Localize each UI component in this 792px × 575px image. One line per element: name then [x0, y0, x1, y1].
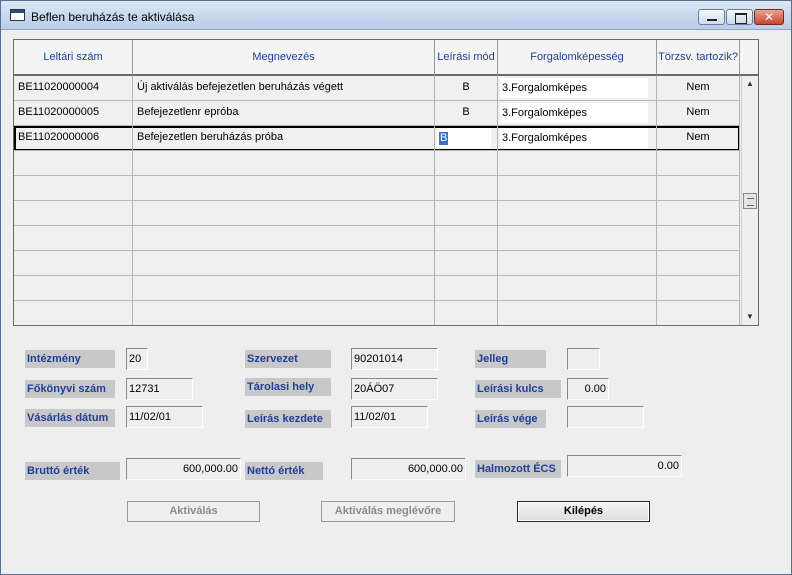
cell-leltari: BE11020000006 — [14, 126, 133, 151]
leiras-kezdete-field: 11/02/01 — [351, 406, 428, 428]
close-button[interactable]: ✕ — [754, 9, 784, 25]
table-row[interactable]: BE11020000005 Befejezetlenr epróba B 3.F… — [14, 101, 740, 126]
cell-forgalom[interactable]: 3.Forgalomképes — [498, 126, 657, 151]
cell-leirasi-mod: B — [435, 76, 498, 101]
aktivalas-meglevore-button[interactable]: Aktiválás meglévőre — [321, 501, 455, 522]
tarolasi-label: Tárolasi hely — [245, 378, 331, 396]
minimize-icon — [699, 10, 724, 24]
cell-leltari: BE11020000004 — [14, 76, 133, 101]
minimize-button[interactable] — [698, 9, 725, 25]
maximize-button[interactable] — [726, 9, 753, 25]
app-window: Beflen beruházás te aktiválása ✕ Leltári… — [0, 0, 792, 575]
table-row-empty — [14, 201, 740, 226]
col-header-megnevezes[interactable]: Megnevezés — [133, 40, 435, 76]
table-row-empty — [14, 251, 740, 276]
vasarlas-field: 11/02/01 — [126, 406, 203, 428]
col-header-leirasi-mod[interactable]: Leírási mód — [435, 40, 498, 76]
kilepes-button[interactable]: Kilépés — [517, 501, 650, 522]
fokonyvi-label: Főkönyvi szám — [25, 380, 115, 398]
scroll-down-icon[interactable]: ▼ — [742, 309, 758, 325]
title-bar: Beflen beruházás te aktiválása ✕ — [1, 1, 791, 30]
cell-torzsv: Nem — [657, 126, 740, 151]
leirasi-kulcs-field: 0.00 — [567, 378, 609, 400]
table-row-empty — [14, 301, 740, 325]
col-header-forgalomkepesseg[interactable]: Forgalomképesség — [498, 40, 657, 76]
scroll-thumb[interactable] — [743, 193, 757, 209]
cell-leltari: BE11020000005 — [14, 101, 133, 126]
forgalom-value: 3.Forgalomképes — [500, 128, 648, 148]
jelleg-label: Jelleg — [475, 350, 546, 368]
halmozott-label: Halmozott ÉCS — [475, 460, 561, 478]
tarolasi-field: 20ÁÖ07 — [351, 378, 438, 400]
forgalom-value: 3.Forgalomképes — [500, 103, 648, 123]
maximize-icon — [727, 10, 752, 24]
window-title: Beflen beruházás te aktiválása — [31, 10, 195, 24]
table-row-empty — [14, 176, 740, 201]
table-row[interactable]: BE11020000004 Új aktiválás befejezetlen … — [14, 76, 740, 101]
asset-grid[interactable]: Leltári szám Megnevezés Leírási mód Forg… — [13, 39, 759, 326]
window-icon — [10, 9, 25, 21]
leirasi-kulcs-label: Leírási kulcs — [475, 380, 561, 398]
cell-torzsv: Nem — [657, 76, 740, 101]
halmozott-field: 0.00 — [567, 455, 682, 477]
table-row-selected[interactable]: BE11020000006 Befejezetlen beruházás pró… — [14, 126, 740, 151]
cell-megnevezes: Új aktiválás befejezetlen beruházás vége… — [133, 76, 435, 101]
leirasi-mod-input[interactable]: B — [439, 132, 449, 145]
cell-forgalom[interactable]: 3.Forgalomképes — [498, 76, 657, 101]
cell-torzsv: Nem — [657, 101, 740, 126]
leiras-vege-field — [567, 406, 644, 428]
client-area: Leltári szám Megnevezés Leírási mód Forg… — [9, 31, 785, 569]
col-header-torzsv[interactable]: Törzsv. tartozik? — [657, 40, 740, 76]
table-row-empty — [14, 226, 740, 251]
table-row-empty — [14, 276, 740, 301]
cell-megnevezes: Befejezetlen beruházás próba — [133, 126, 435, 151]
grid-scrollbar[interactable]: ▲ ▼ — [741, 76, 758, 325]
close-icon: ✕ — [763, 10, 775, 24]
netto-label: Nettó érték — [245, 462, 323, 480]
brutto-label: Bruttó érték — [25, 462, 120, 480]
scroll-up-icon[interactable]: ▲ — [742, 76, 758, 92]
brutto-field: 600,000.00 — [126, 458, 241, 480]
fokonyvi-field: 12731 — [126, 378, 193, 400]
netto-field: 600,000.00 — [351, 458, 466, 480]
intezmeny-field: 20 — [126, 348, 148, 370]
table-row-empty — [14, 151, 740, 176]
cell-leirasi-mod: B — [435, 101, 498, 126]
szervezet-label: Szervezet — [245, 350, 331, 368]
leiras-kezdete-label: Leírás kezdete — [245, 410, 331, 428]
col-header-leltari[interactable]: Leltári szám — [14, 40, 133, 76]
leiras-vege-label: Leírás vége — [475, 410, 546, 428]
forgalom-value: 3.Forgalomképes — [500, 78, 648, 98]
jelleg-field — [567, 348, 600, 370]
cell-megnevezes: Befejezetlenr epróba — [133, 101, 435, 126]
vasarlas-label: Vásárlás dátum — [25, 409, 115, 427]
cell-forgalom[interactable]: 3.Forgalomképes — [498, 101, 657, 126]
szervezet-field: 90201014 — [351, 348, 438, 370]
intezmeny-label: Intézmény — [25, 350, 115, 368]
aktivalas-button[interactable]: Aktiválás — [127, 501, 260, 522]
cell-leirasi-mod-edit[interactable]: B — [435, 126, 498, 151]
col-header-spacer — [740, 40, 758, 76]
